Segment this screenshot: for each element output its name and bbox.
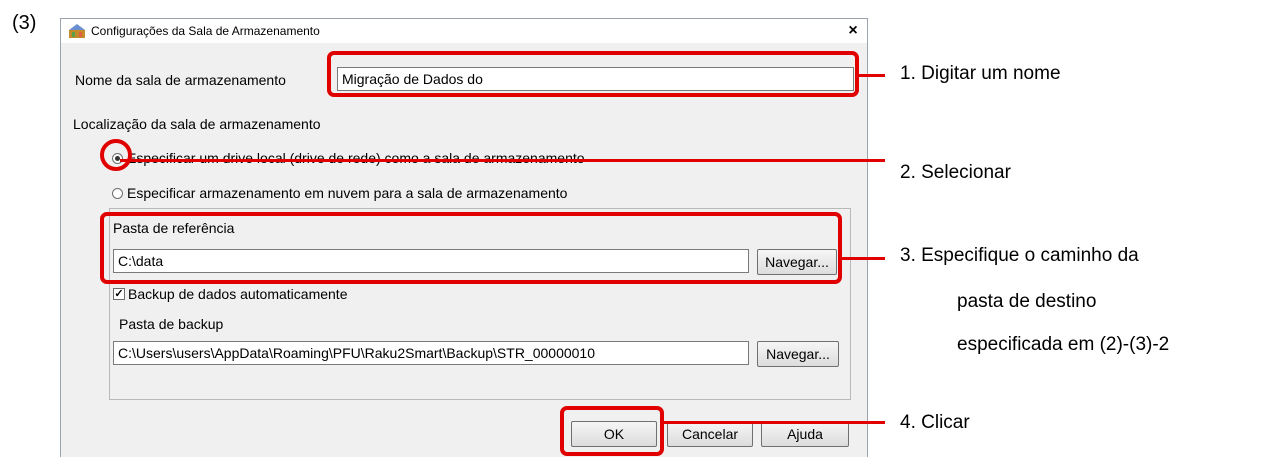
radio-local-drive-label: Especificar um drive local (drive de red… — [127, 150, 585, 166]
radio-cloud-storage-label: Especificar armazenamento em nuvem para … — [127, 185, 568, 201]
leader-line-1 — [859, 74, 885, 77]
annotation-step-4: 4. Clicar — [900, 412, 970, 433]
highlight-name-field — [327, 51, 859, 97]
leader-line-2 — [120, 159, 885, 162]
storage-room-name-label: Nome da sala de armazenamento — [75, 72, 286, 88]
help-button[interactable]: Ajuda — [761, 421, 849, 447]
browse-backup-button[interactable]: Navegar... — [757, 341, 839, 367]
auto-backup-checkbox[interactable]: ✓ — [113, 288, 125, 300]
title-bar: Configurações da Sala de Armazenamento × — [61, 19, 867, 43]
radio-cloud-storage[interactable] — [112, 188, 123, 199]
step-number-label: (3) — [12, 12, 37, 34]
auto-backup-label: Backup de dados automaticamente — [128, 286, 348, 302]
annotation-step-2: 2. Selecionar — [900, 162, 1011, 183]
backup-folder-label: Pasta de backup — [119, 316, 224, 332]
leader-line-4 — [664, 421, 885, 424]
highlight-ok-button — [560, 406, 664, 456]
annotation-step-1: 1. Digitar um nome — [900, 63, 1061, 84]
window-title: Configurações da Sala de Armazenamento — [91, 24, 320, 38]
leader-line-3 — [842, 257, 885, 260]
annotation-step-3-line-3: especificada em (2)-(3)-2 — [957, 334, 1170, 355]
location-heading: Localização da sala de armazenamento — [73, 116, 321, 132]
storage-room-app-icon — [69, 24, 85, 38]
close-button[interactable]: × — [843, 21, 863, 40]
highlight-local-radio — [100, 139, 132, 171]
cancel-button[interactable]: Cancelar — [667, 421, 753, 447]
highlight-reference-folder — [100, 212, 842, 284]
annotation-step-3-line-1: 3. Especifique o caminho da — [900, 245, 1139, 266]
backup-folder-input[interactable]: C:\Users\users\AppData\Roaming\PFU\Raku2… — [113, 341, 749, 365]
annotation-step-3-line-2: pasta de destino — [957, 291, 1097, 312]
